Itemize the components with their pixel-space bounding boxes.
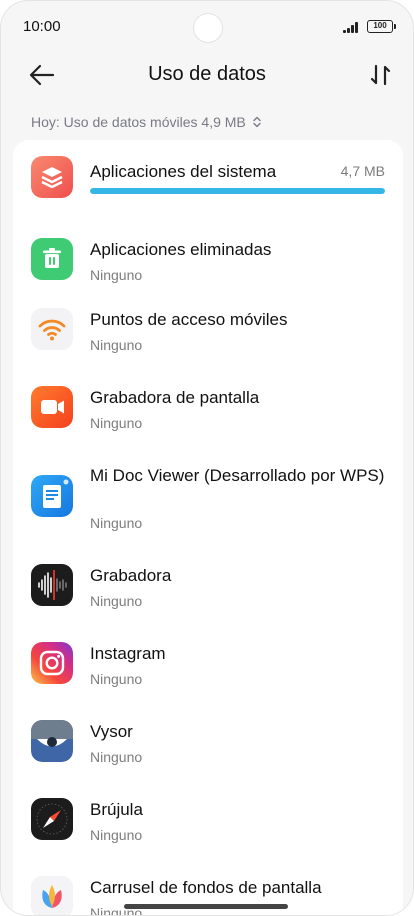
app-data-size: 4,7 MB (340, 163, 385, 179)
list-item-wallpaper-carousel[interactable]: Carrusel de fondos de pantalla Ninguno (13, 870, 403, 915)
app-data-usage: Ninguno (90, 267, 143, 283)
document-icon (31, 475, 73, 517)
usage-bar (90, 188, 385, 194)
app-name: Grabadora (90, 566, 172, 585)
list-item-instagram[interactable]: Instagram Ninguno (13, 636, 403, 714)
app-name: Carrusel de fondos de pantalla (90, 878, 322, 897)
status-time: 10:00 (23, 18, 61, 35)
data-usage-filter[interactable]: Hoy: Uso de datos móviles 4,9 MB (31, 112, 262, 132)
app-header: Uso de datos (1, 53, 413, 99)
eye-icon (31, 720, 73, 762)
page-title: Uso de datos (148, 63, 266, 85)
leaf-icon (31, 876, 73, 915)
list-item-vysor[interactable]: Vysor Ninguno (13, 714, 403, 792)
app-name: Brújula (90, 800, 143, 819)
app-data-usage: Ninguno (90, 337, 143, 353)
list-item-screen-recorder[interactable]: Grabadora de pantalla Ninguno (13, 380, 403, 458)
status-bar: 10:00 100 (1, 1, 413, 53)
battery-level: 100 (373, 21, 387, 30)
app-data-usage: Ninguno (90, 515, 143, 531)
list-item-mi-doc-viewer[interactable]: Mi Doc Viewer (Desarrollado por WPS) Nin… (13, 458, 403, 558)
waveform-icon (31, 564, 73, 606)
app-data-usage: Ninguno (90, 593, 143, 609)
compass-icon (31, 798, 73, 840)
trash-icon (31, 238, 73, 280)
usage-bar-fill (90, 188, 385, 194)
front-camera (193, 13, 223, 43)
video-camera-icon (31, 386, 73, 428)
phone-screen: 10:00 100 Uso de datos Hoy: Uso de datos… (0, 0, 414, 916)
chevron-up-down-icon (253, 116, 261, 128)
app-usage-list: Aplicaciones del sistema 4,7 MB Aplicaci… (13, 140, 403, 915)
app-name: Mi Doc Viewer (Desarrollado por WPS) (90, 466, 385, 485)
layers-icon (31, 156, 73, 198)
app-name: Instagram (90, 644, 166, 663)
home-indicator[interactable] (124, 904, 288, 909)
app-data-usage: Ninguno (90, 827, 143, 843)
app-name: Aplicaciones eliminadas (90, 240, 272, 259)
list-item-compass[interactable]: Brújula Ninguno (13, 792, 403, 870)
list-item-system-apps[interactable]: Aplicaciones del sistema 4,7 MB (13, 154, 403, 224)
instagram-icon (31, 642, 73, 684)
app-data-usage: Ninguno (90, 415, 143, 431)
list-item-deleted-apps[interactable]: Aplicaciones eliminadas Ninguno (13, 224, 403, 302)
signal-icon (343, 21, 361, 33)
app-name: Grabadora de pantalla (90, 388, 260, 407)
app-name: Puntos de acceso móviles (90, 310, 288, 329)
list-item-mobile-hotspot[interactable]: Puntos de acceso móviles Ninguno (13, 302, 403, 380)
list-item-recorder[interactable]: Grabadora Ninguno (13, 558, 403, 636)
filter-label: Hoy: Uso de datos móviles 4,9 MB (31, 114, 246, 130)
app-name: Vysor (90, 722, 133, 741)
wifi-hotspot-icon (31, 308, 73, 350)
app-data-usage: Ninguno (90, 749, 143, 765)
sort-icon (370, 64, 391, 86)
battery-icon: 100 (367, 20, 396, 33)
app-data-usage: Ninguno (90, 671, 143, 687)
sort-button[interactable] (367, 61, 395, 89)
